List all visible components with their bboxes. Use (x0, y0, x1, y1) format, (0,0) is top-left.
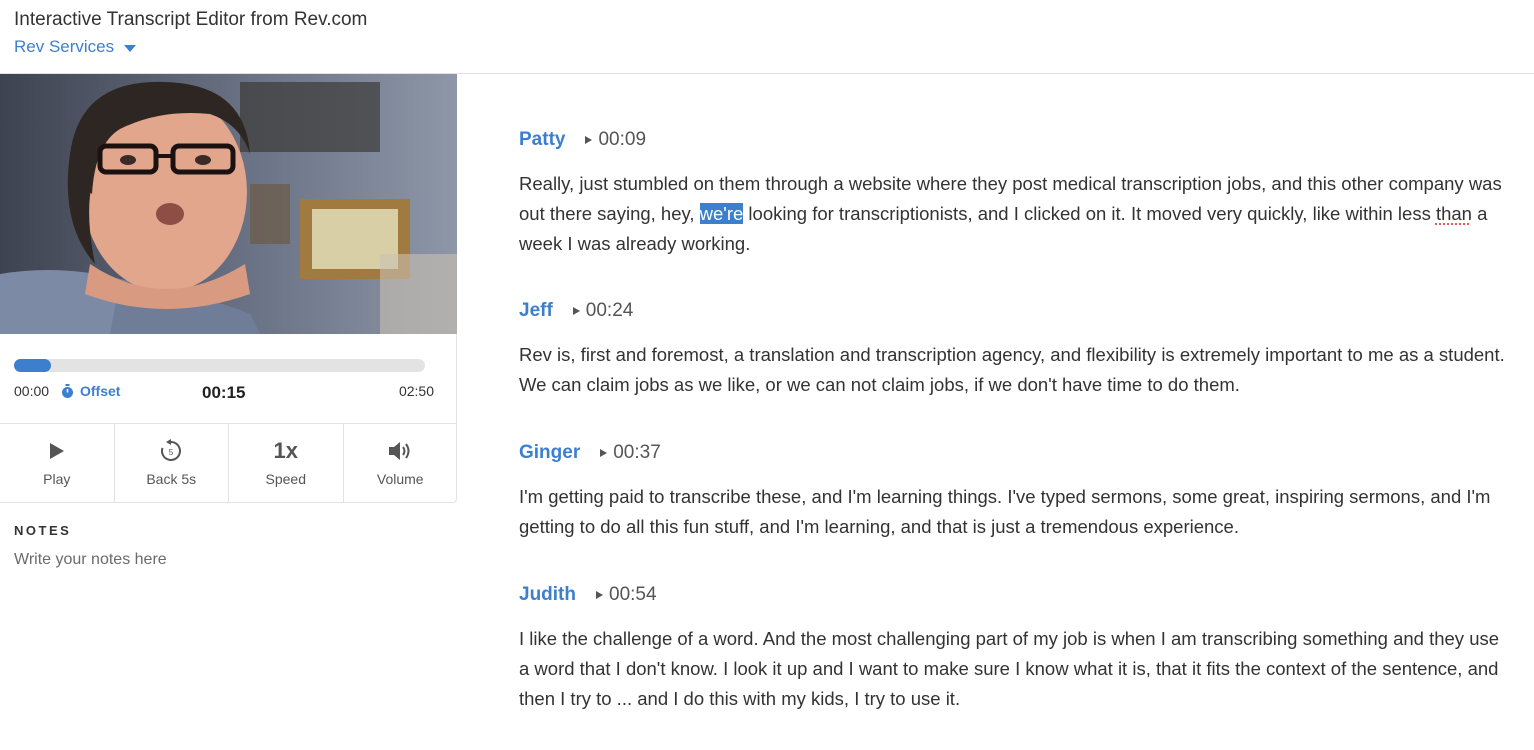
transcript-paragraph[interactable]: I like the challenge of a word. And the … (519, 624, 1514, 714)
timestamp-button[interactable]: 00:24 (572, 300, 634, 322)
back-5s-label: Back 5s (146, 471, 197, 487)
paragraph-text: looking for transcriptionists, and I cli… (743, 203, 1436, 224)
transcript-paragraph[interactable]: Really, just stumbled on them through a … (519, 169, 1514, 259)
rev-services-dropdown[interactable]: Rev Services (14, 37, 137, 57)
app-title: Interactive Transcript Editor from Rev.c… (14, 9, 368, 30)
speed-button[interactable]: 1x Speed (229, 424, 344, 503)
speaker-name[interactable]: Ginger (519, 442, 580, 464)
transcript-block: Judith 00:54 I like the challenge of a w… (519, 584, 1519, 714)
time-start: 00:00 (14, 383, 50, 399)
video-frame[interactable] (0, 74, 457, 334)
timestamp: 00:54 (609, 584, 657, 605)
speaker-name[interactable]: Judith (519, 584, 576, 606)
volume-button[interactable]: Volume (344, 424, 458, 503)
notes-title: NOTES (14, 523, 72, 538)
selected-word[interactable]: we're (699, 203, 744, 224)
notes-input[interactable] (14, 551, 434, 569)
timestamp: 00:37 (613, 442, 661, 463)
speaker-icon (389, 442, 410, 460)
svg-text:5: 5 (169, 448, 174, 457)
player-controls: Play 5 Back 5s 1x Speed Volume (0, 423, 457, 503)
volume-label: Volume (376, 471, 424, 487)
timestamp: 00:24 (585, 300, 634, 321)
play-small-icon (572, 307, 580, 315)
caret-down-icon (124, 44, 137, 52)
back-5s-button[interactable]: 5 Back 5s (115, 424, 229, 503)
rewind-5-icon: 5 (161, 439, 182, 461)
player-panel: 00:00 Offset 00:15 02:50 Play 5 Back 5s … (0, 334, 457, 503)
play-small-icon (600, 449, 608, 457)
speed-value: 1x (273, 438, 298, 463)
rev-services-label: Rev Services (14, 37, 115, 56)
play-icon (49, 443, 64, 459)
transcript-block: Jeff 00:24 Rev is, first and foremost, a… (519, 300, 1519, 400)
timestamp: 00:09 (598, 129, 647, 150)
transcript-block: Patty 00:09 Really, just stumbled on the… (519, 129, 1519, 259)
time-current: 00:15 (202, 383, 246, 402)
timestamp-button[interactable]: 00:09 (585, 129, 646, 151)
transcript-block: Ginger 00:37 I'm getting paid to transcr… (519, 442, 1519, 542)
offset-button[interactable]: Offset (61, 383, 120, 399)
misspelled-word[interactable]: than (1436, 203, 1472, 224)
timestamp-button[interactable]: 00:54 (596, 584, 657, 606)
speed-label: Speed (265, 471, 306, 487)
play-label: Play (43, 471, 71, 487)
play-button[interactable]: Play (0, 424, 115, 503)
speaker-name[interactable]: Patty (519, 129, 565, 151)
transcript-paragraph[interactable]: Rev is, first and foremost, a translatio… (519, 340, 1514, 400)
progress-bar[interactable] (14, 359, 425, 372)
left-panel: 00:00 Offset 00:15 02:50 Play 5 Back 5s … (0, 74, 458, 750)
speaker-name[interactable]: Jeff (519, 300, 553, 322)
play-small-icon (585, 136, 593, 144)
transcript-paragraph[interactable]: I'm getting paid to transcribe these, an… (519, 482, 1514, 542)
header: Interactive Transcript Editor from Rev.c… (0, 0, 1534, 74)
stopwatch-icon (62, 383, 73, 398)
offset-label: Offset (80, 383, 121, 399)
progress-fill (14, 359, 51, 372)
time-end: 02:50 (398, 383, 434, 399)
video-thumbnail (0, 74, 457, 334)
timestamp-button[interactable]: 00:37 (600, 442, 661, 464)
play-small-icon (596, 591, 603, 599)
